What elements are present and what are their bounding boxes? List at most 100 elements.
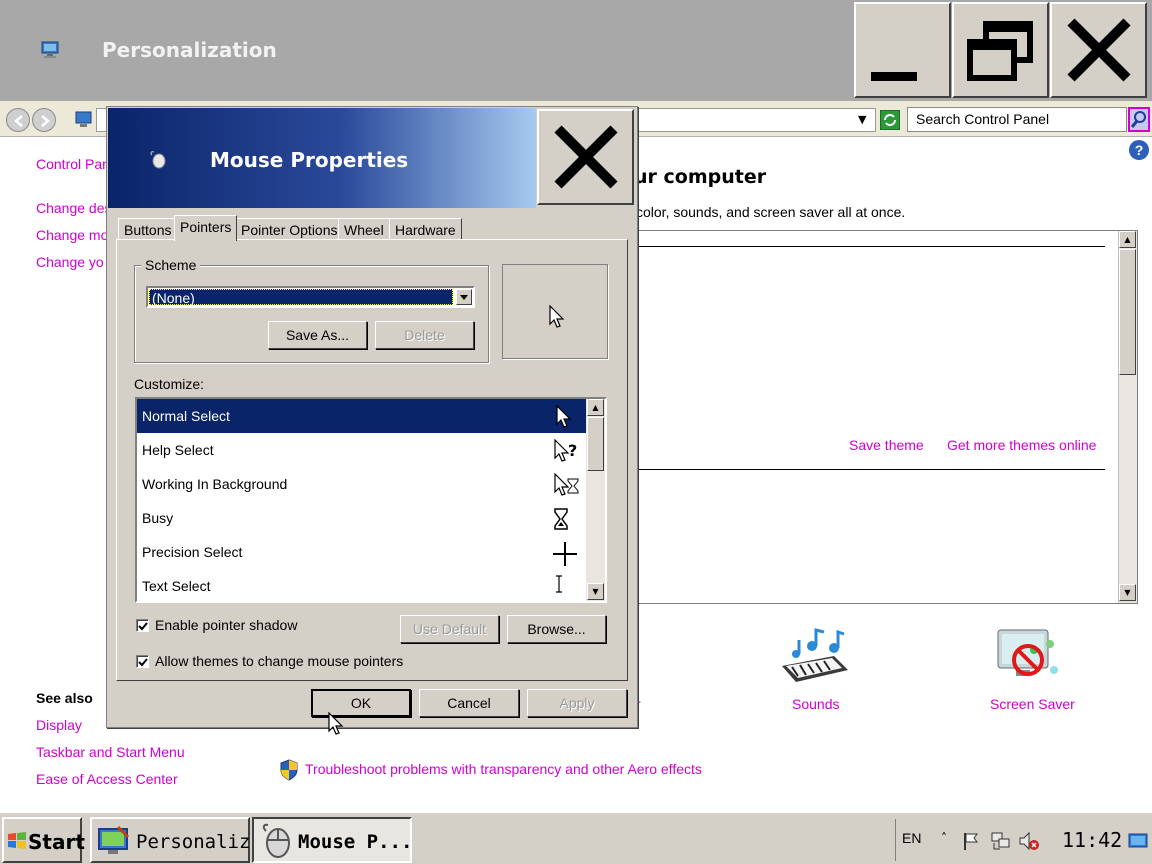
help-icon[interactable]: ? (1129, 140, 1149, 160)
close-window-button[interactable] (1050, 2, 1147, 98)
apply-button[interactable]: Apply (527, 689, 627, 717)
nav-control-panel-home[interactable]: Control Par (36, 156, 107, 172)
mouse-icon (262, 823, 290, 858)
troubleshoot-aero-link[interactable]: Troubleshoot problems with transparency … (305, 761, 702, 777)
personalization-app-icon (40, 40, 60, 60)
chevron-down-icon (460, 295, 468, 300)
use-default-button[interactable]: Use Default (400, 615, 499, 643)
search-button[interactable] (1128, 107, 1150, 132)
action-center-flag-icon[interactable] (961, 831, 981, 851)
taskbar-item-personalization[interactable]: Personaliz... (90, 817, 285, 863)
personalization-icon (98, 825, 130, 854)
list-item-label: Working In Background (142, 476, 288, 492)
allow-themes-label[interactable]: Allow themes to change mouse pointers (155, 653, 403, 669)
forward-button[interactable] (32, 108, 56, 132)
nav-change-desktop-icons[interactable]: Change des (36, 200, 112, 216)
window-titlebar: Personalization (0, 0, 1152, 101)
pointer-preview (502, 264, 608, 359)
clock[interactable]: 11:42 (1062, 828, 1122, 852)
delete-button[interactable]: Delete (375, 321, 474, 349)
chevron-up-icon[interactable]: ˄ (941, 831, 947, 845)
enable-pointer-shadow-label[interactable]: Enable pointer shadow (155, 617, 297, 633)
dialog-titlebar: Mouse Properties (108, 108, 536, 208)
list-item-busy[interactable]: Busy (137, 501, 586, 535)
customize-label: Customize: (134, 376, 205, 392)
arrow-cursor-icon (556, 405, 572, 428)
save-as-button[interactable]: Save As... (268, 321, 367, 349)
dialog-title: Mouse Properties (210, 148, 409, 172)
browse-button[interactable]: Browse... (507, 615, 606, 643)
sounds-icon[interactable] (778, 626, 852, 694)
show-desktop-icon[interactable] (1128, 833, 1148, 849)
svg-text:?: ? (568, 441, 577, 460)
tab-pointer-options[interactable]: Pointer Options (235, 218, 344, 240)
tab-hardware[interactable]: Hardware (389, 218, 462, 240)
enable-pointer-shadow-checkbox[interactable] (136, 619, 149, 632)
chevron-down-icon[interactable]: ▼ (858, 113, 866, 126)
tab-wheel[interactable]: Wheel (338, 218, 390, 240)
search-input[interactable]: Search Control Panel (907, 107, 1127, 132)
theme-list-panel[interactable]: ▲ ▼ (636, 230, 1138, 604)
refresh-icon (884, 114, 896, 126)
cancel-button[interactable]: Cancel (419, 689, 519, 717)
language-indicator[interactable]: EN (902, 830, 921, 846)
list-item-text-select[interactable]: Text Select (137, 569, 586, 601)
taskbar-item-label: Mouse P... (298, 831, 413, 853)
start-label: Start (28, 830, 85, 854)
list-item-normal-select[interactable]: Normal Select (137, 399, 586, 433)
get-more-themes-link[interactable]: Get more themes online (947, 437, 1096, 453)
sounds-link[interactable]: Sounds (792, 696, 839, 712)
pointers-tab-page: (None) Save As... Delete Scheme Customiz… (116, 239, 628, 681)
list-item-precision-select[interactable]: Precision Select (137, 535, 586, 569)
divider (637, 469, 1105, 470)
scroll-thumb[interactable] (1119, 249, 1136, 375)
checkmark-icon (138, 622, 148, 631)
tab-buttons[interactable]: Buttons (118, 218, 178, 240)
screen-saver-icon[interactable] (994, 626, 1066, 694)
taskbar-item-mouse-properties[interactable]: Mouse P... (252, 817, 412, 863)
working-cursor-icon (554, 473, 579, 496)
control-panel-icon (74, 109, 94, 129)
scheme-dropdown[interactable]: (None) (146, 286, 475, 308)
see-also-taskbar[interactable]: Taskbar and Start Menu (36, 744, 185, 760)
scheme-label: Scheme (141, 257, 201, 273)
cursor-list-scrollbar[interactable]: ▲ ▼ (586, 399, 605, 601)
minimize-button[interactable] (854, 2, 951, 98)
scroll-thumb[interactable] (587, 417, 604, 471)
see-also-ease-of-access[interactable]: Ease of Access Center (36, 771, 178, 787)
screen-saver-link[interactable]: Screen Saver (990, 696, 1075, 712)
scroll-down-button[interactable]: ▼ (1119, 584, 1136, 601)
cursor-list[interactable]: Normal Select Help Select ? Working In B… (135, 397, 607, 603)
save-theme-link[interactable]: Save theme (849, 437, 924, 453)
checkmark-icon (138, 658, 148, 667)
dropdown-arrow[interactable] (456, 289, 472, 305)
theme-list-scrollbar[interactable]: ▲ ▼ (1118, 231, 1137, 603)
start-button[interactable]: Start (2, 817, 85, 863)
minimize-icon (871, 72, 917, 81)
tab-pointers[interactable]: Pointers (174, 215, 238, 241)
see-also-display[interactable]: Display (36, 717, 82, 733)
allow-themes-checkbox[interactable] (136, 655, 149, 668)
list-item-working-in-background[interactable]: Working In Background (137, 467, 586, 501)
back-button[interactable] (6, 108, 30, 132)
restore-button[interactable] (952, 2, 1049, 98)
divider (637, 246, 1105, 247)
window-title: Personalization (102, 38, 277, 62)
refresh-button[interactable] (880, 110, 900, 130)
scroll-up-button[interactable]: ▲ (1119, 231, 1136, 248)
list-item-label: Normal Select (142, 408, 230, 424)
network-icon[interactable] (990, 831, 1012, 851)
scroll-down-button[interactable]: ▼ (587, 583, 604, 600)
scroll-up-button[interactable]: ▲ (587, 399, 604, 416)
help-cursor-icon: ? (554, 439, 577, 462)
windows-logo-icon (8, 832, 26, 849)
nav-change-mouse-pointers[interactable]: Change mo (36, 227, 108, 243)
arrow-cursor-icon (549, 305, 565, 328)
list-item-help-select[interactable]: Help Select ? (137, 433, 586, 467)
mouse-properties-dialog: Mouse Properties Buttons Pointers Pointe… (106, 106, 638, 728)
volume-muted-icon[interactable] (1018, 831, 1040, 851)
nav-change-account-picture[interactable]: Change yo (36, 254, 104, 270)
ok-button[interactable]: OK (311, 689, 411, 717)
dialog-close-button[interactable] (537, 109, 634, 205)
scheme-selected-value: (None) (149, 289, 453, 306)
